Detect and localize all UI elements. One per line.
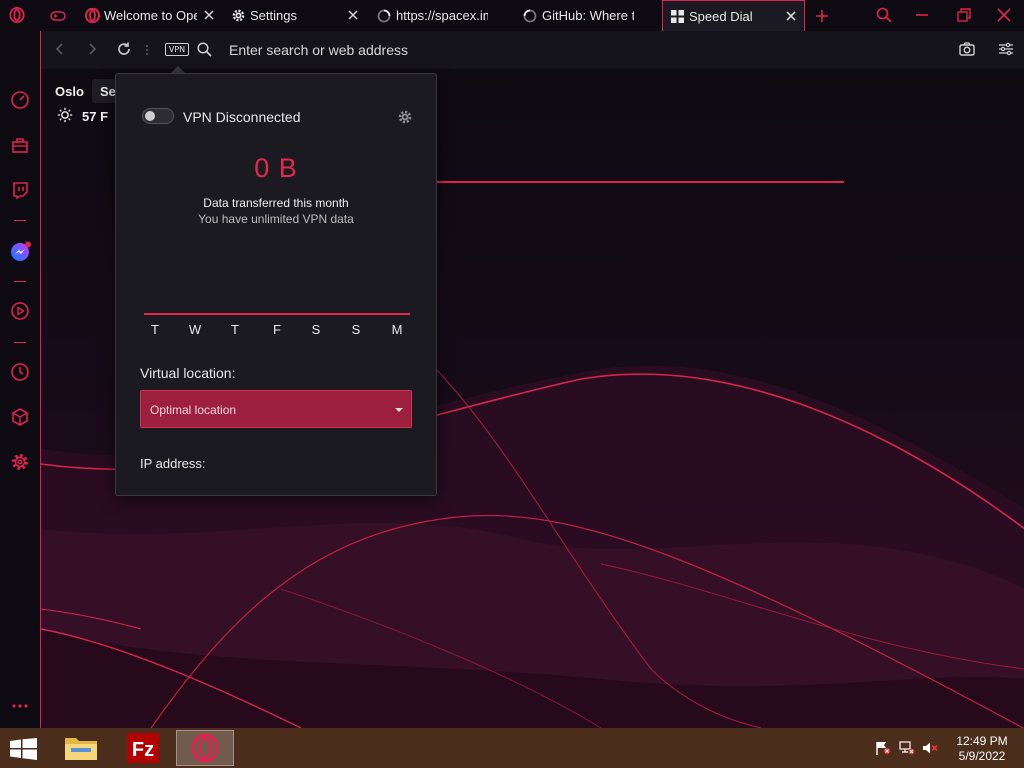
tab-strip: Welcome to Opera Settings https://spacex… bbox=[0, 0, 1024, 31]
network-icon[interactable] bbox=[899, 741, 915, 755]
tab-title: Welcome to Opera bbox=[104, 8, 197, 23]
sidebar-divider bbox=[14, 220, 26, 221]
messenger-icon[interactable] bbox=[10, 241, 31, 261]
day-label: F bbox=[273, 322, 281, 337]
history-clock-icon[interactable] bbox=[10, 362, 30, 382]
vpn-toggle[interactable] bbox=[142, 108, 174, 124]
close-tab-icon[interactable] bbox=[346, 8, 360, 22]
speedometer-icon[interactable] bbox=[10, 90, 30, 110]
unlimited-data-note: You have unlimited VPN data bbox=[198, 212, 354, 226]
sidebar-divider bbox=[14, 281, 26, 282]
day-label: S bbox=[351, 322, 361, 337]
toggle-knob bbox=[145, 111, 155, 121]
forward-icon[interactable] bbox=[85, 42, 99, 56]
sidebar bbox=[0, 31, 40, 728]
more-options-icon[interactable] bbox=[11, 703, 29, 709]
loading-spinner-icon bbox=[376, 8, 392, 24]
chevron-down-icon bbox=[394, 407, 404, 413]
search-tabs-icon[interactable] bbox=[876, 7, 892, 23]
vpn-status-label: VPN Disconnected bbox=[183, 109, 301, 125]
day-label: S bbox=[311, 322, 321, 337]
address-input[interactable]: Enter search or web address bbox=[229, 42, 408, 58]
new-tab-icon[interactable] bbox=[814, 8, 830, 24]
gamepad-icon bbox=[50, 8, 66, 24]
close-tab-icon[interactable] bbox=[202, 8, 216, 22]
search-icon bbox=[197, 42, 212, 57]
loading-spinner-icon bbox=[522, 8, 538, 24]
vpn-popup: VPN Disconnected 0 B Data transferred th… bbox=[115, 73, 437, 496]
day-label: T bbox=[151, 322, 159, 337]
tab-speed-dial[interactable]: Speed Dial bbox=[662, 0, 805, 31]
system-clock[interactable]: 12:49 PM 5/9/2022 bbox=[950, 734, 1014, 764]
shopping-bag-icon[interactable] bbox=[10, 135, 30, 155]
day-label: T bbox=[231, 322, 239, 337]
tab-spacex[interactable]: https://spacex.im bbox=[376, 0, 510, 31]
clock-time: 12:49 PM bbox=[956, 734, 1008, 748]
svg-text:Fz: Fz bbox=[132, 739, 154, 761]
folder-icon bbox=[65, 738, 97, 760]
sun-icon bbox=[57, 107, 73, 123]
data-transferred-amount: 0 B bbox=[254, 153, 298, 183]
address-divider bbox=[146, 44, 148, 56]
tab-gx-corner[interactable] bbox=[50, 0, 72, 31]
tab-title: GitHub: Where th bbox=[542, 8, 634, 23]
twitch-icon[interactable] bbox=[10, 180, 30, 200]
close-window-icon[interactable] bbox=[996, 7, 1012, 23]
usage-graph-baseline bbox=[144, 313, 410, 315]
easy-setup-icon[interactable] bbox=[998, 42, 1014, 56]
volume-muted-icon[interactable] bbox=[922, 741, 938, 755]
opera-menu-icon[interactable] bbox=[9, 7, 25, 23]
day-label: M bbox=[391, 322, 403, 337]
minimize-icon[interactable] bbox=[914, 7, 930, 23]
opera-gx-icon bbox=[191, 733, 219, 763]
taskbar: Fz 12:49 PM 5/9/2022 bbox=[0, 728, 1024, 768]
vpn-badge[interactable]: VPN bbox=[165, 43, 189, 56]
extensions-cube-icon[interactable] bbox=[10, 407, 30, 427]
weather-temperature: 57 F bbox=[82, 109, 109, 124]
speed-dial-grid-icon bbox=[669, 8, 685, 24]
opera-icon bbox=[84, 8, 100, 24]
close-tab-icon[interactable] bbox=[784, 9, 798, 23]
snapshot-camera-icon[interactable] bbox=[959, 42, 975, 56]
address-bar: VPN Enter search or web address bbox=[40, 31, 1024, 69]
restore-icon[interactable] bbox=[956, 7, 972, 23]
filezilla-icon: Fz bbox=[127, 733, 159, 763]
selected-location: Optimal location bbox=[150, 403, 237, 417]
weather-city[interactable]: Oslo bbox=[55, 84, 84, 99]
filezilla-button[interactable]: Fz bbox=[114, 730, 172, 766]
day-label: W bbox=[188, 322, 202, 337]
reload-icon[interactable] bbox=[116, 41, 132, 57]
tab-welcome[interactable]: Welcome to Opera bbox=[84, 0, 218, 31]
gear-icon bbox=[230, 8, 246, 24]
tab-settings[interactable]: Settings bbox=[230, 0, 362, 31]
ip-address-label: IP address: bbox=[140, 456, 206, 471]
windows-start-icon[interactable] bbox=[10, 738, 38, 760]
virtual-location-select[interactable]: Optimal location bbox=[140, 390, 412, 428]
back-icon[interactable] bbox=[53, 42, 67, 56]
settings-gear-icon[interactable] bbox=[10, 452, 30, 472]
tab-github[interactable]: GitHub: Where th bbox=[522, 0, 656, 31]
usage-graph-days: T W T F S S M bbox=[144, 322, 410, 338]
virtual-location-label: Virtual location: bbox=[140, 365, 236, 381]
action-center-flag-icon[interactable] bbox=[875, 741, 891, 755]
sidebar-divider bbox=[14, 342, 26, 343]
file-explorer-button[interactable] bbox=[52, 730, 110, 766]
data-transferred-caption: Data transferred this month bbox=[203, 196, 349, 210]
vpn-settings-gear-icon[interactable] bbox=[397, 109, 413, 125]
clock-date: 5/9/2022 bbox=[958, 749, 1006, 763]
opera-gx-button[interactable] bbox=[176, 730, 234, 766]
player-icon[interactable] bbox=[10, 301, 30, 321]
tab-title: https://spacex.im bbox=[396, 8, 488, 23]
